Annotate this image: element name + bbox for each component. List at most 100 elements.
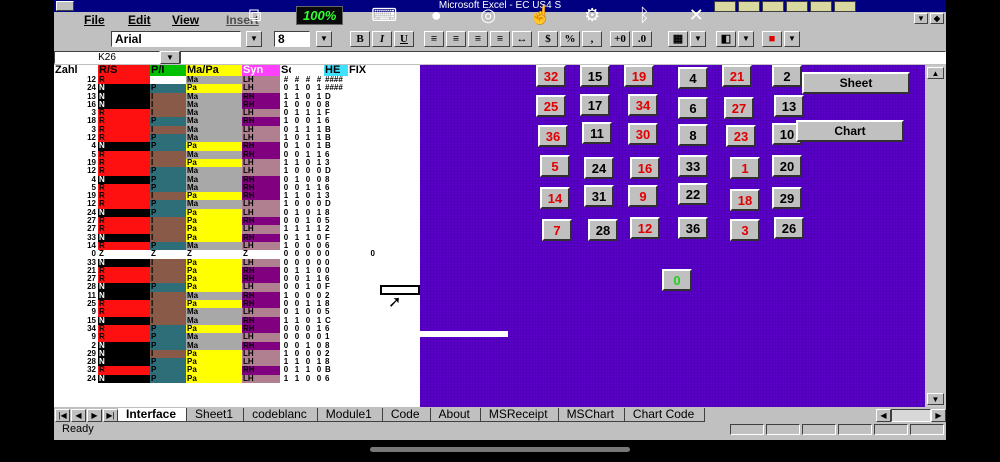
- table-cell[interactable]: LH: [242, 208, 280, 218]
- decrease-decimal-button[interactable]: .0: [632, 31, 652, 47]
- tab-sheet1[interactable]: Sheet1: [187, 408, 245, 422]
- table-cell[interactable]: [348, 283, 378, 291]
- tab-module1[interactable]: Module1: [317, 408, 383, 422]
- table-cell[interactable]: 1: [280, 134, 291, 142]
- table-cell[interactable]: 0: [313, 333, 324, 341]
- table-cell[interactable]: 0: [313, 234, 324, 242]
- table-cell[interactable]: [348, 109, 378, 117]
- table-cell[interactable]: 6: [324, 151, 348, 159]
- table-cell[interactable]: 0: [280, 184, 291, 192]
- table-cell[interactable]: 0: [280, 366, 291, 374]
- table-cell[interactable]: 0: [302, 250, 313, 258]
- table-cell[interactable]: I: [150, 100, 186, 110]
- table-cell[interactable]: LH: [242, 258, 280, 267]
- table-cell[interactable]: 1: [302, 300, 313, 308]
- table-cell[interactable]: R: [98, 109, 150, 118]
- bluetooth-icon[interactable]: ᛒ: [633, 4, 655, 26]
- table-cell[interactable]: Ma: [186, 125, 242, 135]
- table-cell[interactable]: 0: [54, 250, 98, 259]
- table-cell[interactable]: 15: [54, 316, 98, 325]
- table-cell[interactable]: 0: [291, 325, 302, 333]
- table-row[interactable]: 12 R P Ma LH 1 0 1 1 B: [54, 134, 420, 143]
- tool-icon-2[interactable]: [738, 1, 760, 12]
- number-button-19[interactable]: 19: [624, 65, 654, 87]
- number-button-11[interactable]: 11: [582, 122, 612, 144]
- table-cell[interactable]: 1: [302, 184, 313, 192]
- pin-icon[interactable]: ✕: [685, 4, 707, 26]
- table-cell[interactable]: [348, 275, 378, 283]
- table-cell[interactable]: R: [98, 76, 150, 85]
- table-cell[interactable]: 1: [313, 317, 324, 325]
- table-cell[interactable]: 0: [313, 350, 324, 358]
- number-button-5[interactable]: 5: [540, 155, 570, 177]
- table-cell[interactable]: 33: [54, 258, 98, 267]
- table-cell[interactable]: 0: [348, 250, 378, 258]
- table-cell[interactable]: R: [98, 333, 150, 342]
- table-cell[interactable]: 0: [280, 109, 291, 117]
- table-cell[interactable]: LH: [242, 349, 280, 359]
- table-cell[interactable]: 1: [313, 134, 324, 142]
- table-row[interactable]: 13 N I Ma RH 1 1 0 1 D: [54, 92, 420, 101]
- table-cell[interactable]: 1: [313, 325, 324, 333]
- table-cell[interactable]: 5: [54, 183, 98, 193]
- table-cell[interactable]: [348, 317, 378, 325]
- number-button-21[interactable]: 21: [722, 65, 752, 87]
- table-cell[interactable]: 1: [291, 159, 302, 167]
- table-cell[interactable]: R: [98, 150, 150, 159]
- table-cell[interactable]: RH: [242, 92, 280, 101]
- horizontal-scrollbar[interactable]: ◀ ▶: [876, 408, 946, 422]
- table-cell[interactable]: P: [150, 283, 186, 292]
- table-cell[interactable]: 1: [280, 93, 291, 101]
- table-row[interactable]: 18 R P Ma RH 1 0 0 1 6: [54, 117, 420, 126]
- table-cell[interactable]: R: [98, 217, 150, 226]
- table-cell[interactable]: 0: [324, 259, 348, 267]
- table-cell[interactable]: I: [150, 158, 186, 168]
- table-cell[interactable]: RH: [242, 142, 280, 151]
- table-cell[interactable]: 1: [280, 358, 291, 366]
- table-cell[interactable]: RH: [242, 266, 280, 276]
- chart-button[interactable]: Chart: [796, 120, 904, 142]
- table-row[interactable]: 9 R P Ma LH 0 0 0 0 1: [54, 333, 420, 342]
- table-cell[interactable]: 0: [291, 292, 302, 300]
- table-cell[interactable]: 8: [324, 358, 348, 366]
- table-row[interactable]: 33 N I Pa RH 0 1 1 0 F: [54, 233, 420, 242]
- table-cell[interactable]: 0: [280, 300, 291, 308]
- table-cell[interactable]: 0: [302, 333, 313, 341]
- table-cell[interactable]: 4: [54, 142, 98, 151]
- table-cell[interactable]: ####: [324, 76, 348, 84]
- table-cell[interactable]: 24: [54, 84, 98, 93]
- table-cell[interactable]: 1: [313, 358, 324, 366]
- table-cell[interactable]: B: [324, 366, 348, 374]
- table-cell[interactable]: N: [98, 142, 150, 151]
- table-cell[interactable]: 1: [302, 234, 313, 242]
- number-button-24[interactable]: 24: [584, 157, 614, 179]
- table-cell[interactable]: [348, 126, 378, 134]
- table-cell[interactable]: R: [98, 158, 150, 168]
- table-cell[interactable]: B: [324, 142, 348, 150]
- table-row[interactable]: 3 R I Ma LH 0 1 1 1 B: [54, 125, 420, 135]
- table-cell[interactable]: [348, 342, 378, 350]
- table-cell[interactable]: 0: [313, 242, 324, 250]
- table-cell[interactable]: 2: [324, 225, 348, 233]
- table-cell[interactable]: I: [150, 125, 186, 135]
- table-cell[interactable]: 0: [291, 300, 302, 308]
- table-cell[interactable]: 0: [313, 366, 324, 374]
- table-cell[interactable]: 24: [54, 374, 98, 383]
- table-cell[interactable]: Pa: [186, 233, 242, 242]
- table-cell[interactable]: 3: [54, 125, 98, 135]
- table-row[interactable]: 32 R P Pa RH 0 1 1 0 B: [54, 366, 420, 375]
- table-cell[interactable]: 1: [280, 101, 291, 109]
- number-button-16[interactable]: 16: [630, 157, 660, 179]
- table-cell[interactable]: 1: [291, 142, 302, 150]
- borders-button[interactable]: ▦: [668, 31, 688, 47]
- table-cell[interactable]: 12: [54, 76, 98, 85]
- table-cell[interactable]: 1: [280, 375, 291, 383]
- table-cell[interactable]: #: [280, 76, 291, 84]
- table-cell[interactable]: 1: [291, 93, 302, 101]
- table-cell[interactable]: B: [324, 134, 348, 142]
- table-cell[interactable]: R: [98, 241, 150, 251]
- table-cell[interactable]: LH: [242, 358, 280, 367]
- table-cell[interactable]: [348, 167, 378, 175]
- table-cell[interactable]: 1: [280, 242, 291, 250]
- table-cell[interactable]: Ma: [186, 241, 242, 251]
